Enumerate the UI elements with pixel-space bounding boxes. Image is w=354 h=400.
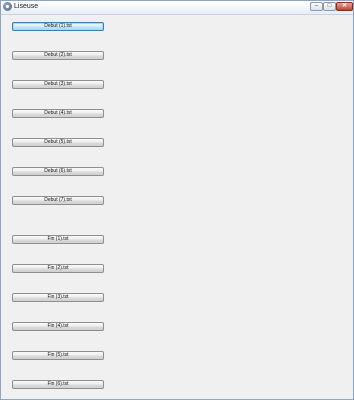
title-bar[interactable]: Liseuse – □ ✕ — [1, 1, 353, 15]
close-button[interactable]: ✕ — [336, 2, 353, 11]
debut-1-button[interactable]: Debut (1).txt — [12, 22, 104, 31]
debut-2-button[interactable]: Debut (2).txt — [12, 51, 104, 60]
debut-6-button[interactable]: Debut (6).txt — [12, 167, 104, 176]
maximize-button[interactable]: □ — [323, 2, 336, 11]
fin-1-button[interactable]: Fin (1).txt — [12, 235, 104, 244]
content-area: Debut (1).txt Debut (2).txt Debut (3).tx… — [2, 15, 352, 398]
fin-2-button[interactable]: Fin (2).txt — [12, 264, 104, 273]
app-icon — [3, 2, 12, 11]
window-title: Liseuse — [14, 3, 39, 10]
fin-4-button[interactable]: Fin (4).txt — [12, 322, 104, 331]
debut-3-button[interactable]: Debut (3).txt — [12, 80, 104, 89]
fin-3-button[interactable]: Fin (3).txt — [12, 293, 104, 302]
minimize-button[interactable]: – — [310, 2, 323, 11]
fin-5-button[interactable]: Fin (5).txt — [12, 351, 104, 360]
fin-6-button[interactable]: Fin (6).txt — [12, 380, 104, 389]
debut-7-button[interactable]: Debut (7).txt — [12, 196, 104, 205]
debut-4-button[interactable]: Debut (4).txt — [12, 109, 104, 118]
app-window: Liseuse – □ ✕ Debut (1).txt Debut (2).tx… — [0, 0, 354, 400]
debut-5-button[interactable]: Debut (5).txt — [12, 138, 104, 147]
